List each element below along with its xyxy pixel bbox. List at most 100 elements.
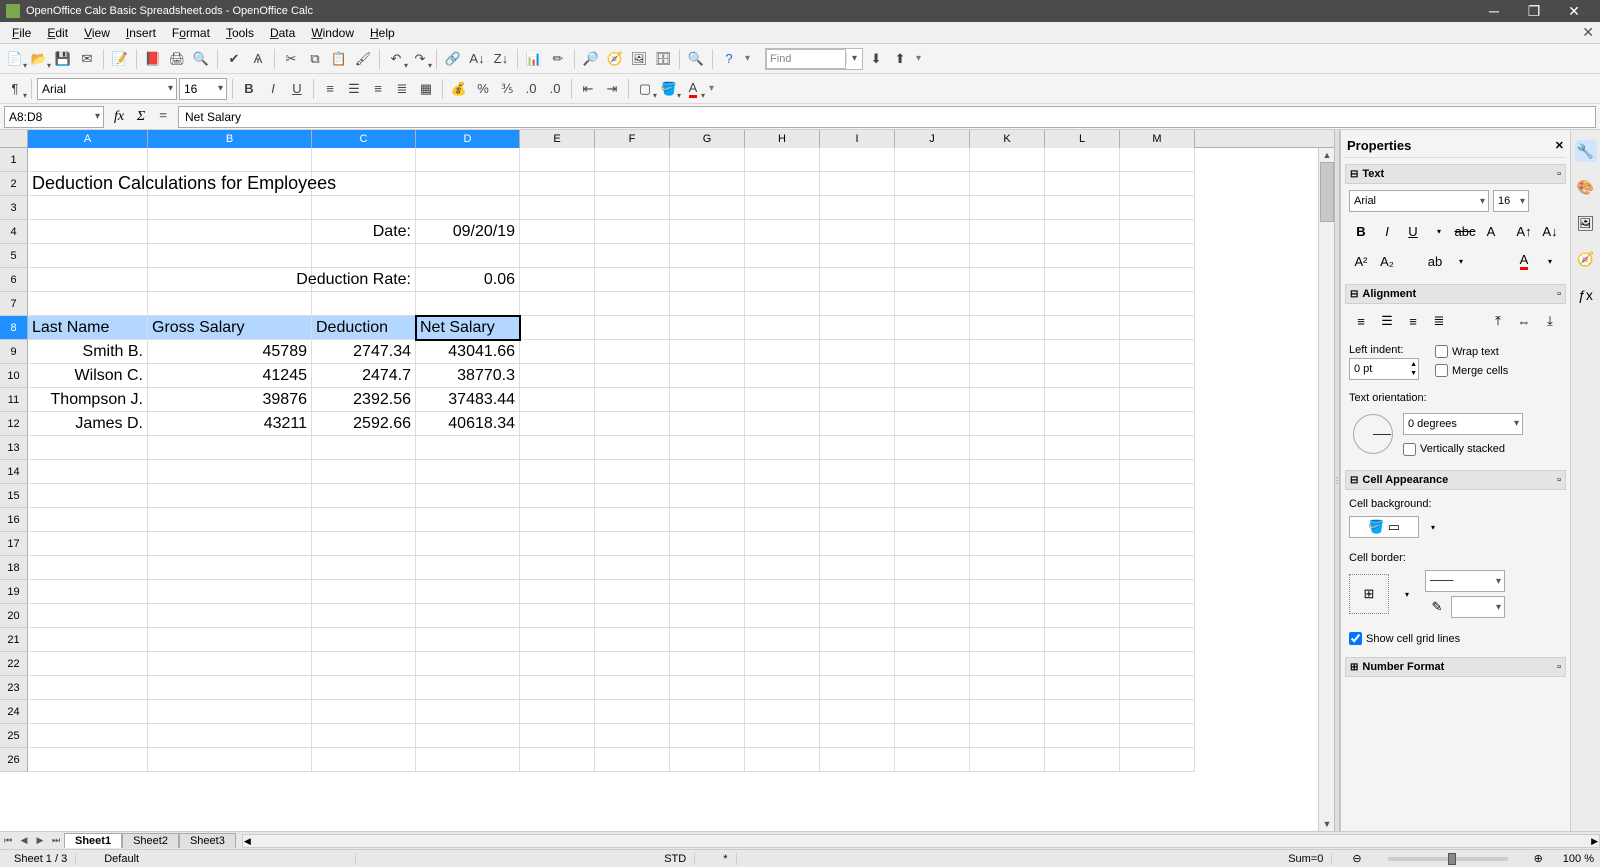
cell-J25[interactable] <box>895 724 970 748</box>
cell-J17[interactable] <box>895 532 970 556</box>
cell-C21[interactable] <box>312 628 416 652</box>
cell-B15[interactable] <box>148 484 312 508</box>
appearance-section-header[interactable]: ⊟Cell Appearance▫ <box>1345 470 1566 490</box>
cell-I8[interactable] <box>820 316 895 340</box>
cell-E22[interactable] <box>520 652 595 676</box>
cell-B25[interactable] <box>148 724 312 748</box>
row-headers[interactable]: 1234567891011121314151617181920212223242… <box>0 148 28 772</box>
cell-B20[interactable] <box>148 604 312 628</box>
cell-J16[interactable] <box>895 508 970 532</box>
sidebar-tab-navigator[interactable]: 🧭 <box>1575 248 1597 270</box>
cell-E23[interactable] <box>520 676 595 700</box>
spellcheck-button[interactable]: ✔ <box>223 48 245 70</box>
increase-indent-button[interactable]: ⇥ <box>601 78 623 100</box>
cell-K2[interactable] <box>970 172 1045 196</box>
menu-window[interactable]: Window <box>303 24 362 42</box>
sidebar-highlight-button[interactable]: ab <box>1423 250 1447 272</box>
cell-C8[interactable]: Deduction <box>312 316 416 340</box>
cell-K4[interactable] <box>970 220 1045 244</box>
background-color-button[interactable]: 🪣 <box>658 78 680 100</box>
cell-K19[interactable] <box>970 580 1045 604</box>
horizontal-scrollbar[interactable]: ◀ ▶ <box>242 834 1600 848</box>
vertically-stacked-checkbox[interactable]: Vertically stacked <box>1403 443 1562 456</box>
cell-B14[interactable] <box>148 460 312 484</box>
cell-I17[interactable] <box>820 532 895 556</box>
cell-M14[interactable] <box>1120 460 1195 484</box>
cell-B5[interactable] <box>148 244 312 268</box>
cell-L9[interactable] <box>1045 340 1120 364</box>
cell-A14[interactable] <box>28 460 148 484</box>
scroll-thumb[interactable] <box>1320 162 1334 222</box>
cell-D15[interactable] <box>416 484 520 508</box>
text-section-header[interactable]: ⊟Text▫ <box>1345 164 1566 184</box>
print-button[interactable]: 🖨 <box>166 48 188 70</box>
zoom-slider[interactable] <box>1388 857 1508 861</box>
cell-C20[interactable] <box>312 604 416 628</box>
cell-K22[interactable] <box>970 652 1045 676</box>
menu-view[interactable]: View <box>76 24 118 42</box>
cell-M18[interactable] <box>1120 556 1195 580</box>
sidebar-font-color-dd[interactable]: ▾ <box>1538 250 1562 272</box>
row-header-7[interactable]: 7 <box>0 292 28 316</box>
format-paintbrush-button[interactable]: 🖌 <box>352 48 374 70</box>
menu-insert[interactable]: Insert <box>118 24 164 42</box>
column-header-L[interactable]: L <box>1045 130 1120 148</box>
cell-E20[interactable] <box>520 604 595 628</box>
cell-L24[interactable] <box>1045 700 1120 724</box>
sidebar-shrink-font-button[interactable]: A↓ <box>1538 220 1562 242</box>
cell-J26[interactable] <box>895 748 970 772</box>
cell-A1[interactable] <box>28 148 148 172</box>
row-header-8[interactable]: 8 <box>0 316 28 340</box>
column-header-B[interactable]: B <box>148 130 312 148</box>
cell-D21[interactable] <box>416 628 520 652</box>
cell-E19[interactable] <box>520 580 595 604</box>
menu-tools[interactable]: Tools <box>218 24 262 42</box>
cell-A18[interactable] <box>28 556 148 580</box>
row-header-17[interactable]: 17 <box>0 532 28 556</box>
cell-K6[interactable] <box>970 268 1045 292</box>
status-sum[interactable]: Sum=0 <box>1280 853 1332 865</box>
cell-D14[interactable] <box>416 460 520 484</box>
cell-M25[interactable] <box>1120 724 1195 748</box>
sidebar-super-button[interactable]: A² <box>1349 250 1373 272</box>
cell-G2[interactable] <box>670 172 745 196</box>
cell-A19[interactable] <box>28 580 148 604</box>
minimize-button[interactable]: ─ <box>1474 0 1514 22</box>
cell-A22[interactable] <box>28 652 148 676</box>
cell-B24[interactable] <box>148 700 312 724</box>
cell-E21[interactable] <box>520 628 595 652</box>
cell-H5[interactable] <box>745 244 820 268</box>
cell-D19[interactable] <box>416 580 520 604</box>
cell-I5[interactable] <box>820 244 895 268</box>
cell-border-dd[interactable]: ▾ <box>1395 583 1419 605</box>
zoom-in-button[interactable]: ⊕ <box>1534 852 1543 865</box>
cell-I14[interactable] <box>820 460 895 484</box>
cell-M8[interactable] <box>1120 316 1195 340</box>
cell-H18[interactable] <box>745 556 820 580</box>
cell-M5[interactable] <box>1120 244 1195 268</box>
cell-F4[interactable] <box>595 220 670 244</box>
cell-F26[interactable] <box>595 748 670 772</box>
cell-H15[interactable] <box>745 484 820 508</box>
find-toolbar-overflow-icon[interactable]: ▾ <box>913 53 924 64</box>
chart-button[interactable]: 📊 <box>523 48 545 70</box>
cell-E8[interactable] <box>520 316 595 340</box>
cell-F22[interactable] <box>595 652 670 676</box>
menu-file[interactable]: File <box>4 24 39 42</box>
cell-J8[interactable] <box>895 316 970 340</box>
sidebar-close-icon[interactable]: ✕ <box>1555 139 1564 152</box>
styles-button[interactable]: ¶ <box>4 78 26 100</box>
cell-G9[interactable] <box>670 340 745 364</box>
cell-A6[interactable] <box>28 268 148 292</box>
column-header-M[interactable]: M <box>1120 130 1195 148</box>
cell-D18[interactable] <box>416 556 520 580</box>
cell-L18[interactable] <box>1045 556 1120 580</box>
cell-G7[interactable] <box>670 292 745 316</box>
cell-F14[interactable] <box>595 460 670 484</box>
cell-H17[interactable] <box>745 532 820 556</box>
cell-G20[interactable] <box>670 604 745 628</box>
tab-last-button[interactable]: ⏭ <box>48 835 64 846</box>
cell-E11[interactable] <box>520 388 595 412</box>
cell-I11[interactable] <box>820 388 895 412</box>
cell-F5[interactable] <box>595 244 670 268</box>
